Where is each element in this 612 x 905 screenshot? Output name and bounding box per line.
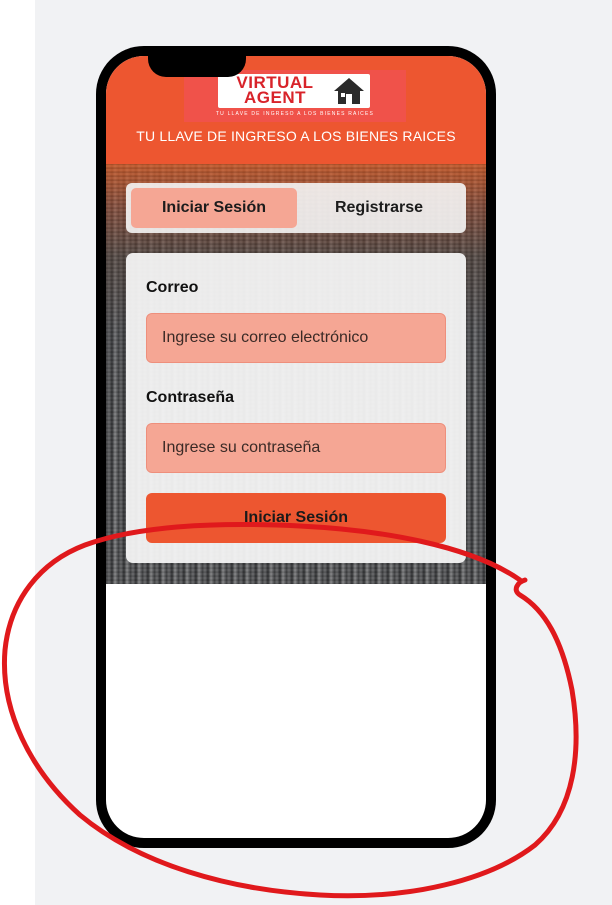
brand-logo: VIRTUAL AGENT TU LLAVE DE INGRESO A LOS … [184,70,406,122]
logo-tagline: TU LLAVE DE INGRESO A LOS BIENES RAICES [215,111,375,117]
logo-badge: VIRTUAL AGENT [218,74,370,108]
phone-notch [148,46,246,77]
password-field[interactable] [146,423,446,473]
phone-screen: VIRTUAL AGENT TU LLAVE DE INGRESO A LOS … [106,56,486,838]
password-label: Contraseña [146,389,235,406]
email-label: Correo [146,279,199,296]
tab-iniciar-sesion[interactable]: Iniciar Sesión [131,188,297,228]
login-form-card: Correo Contraseña Iniciar Sesión [126,253,466,563]
logo-word-agent: AGENT [244,88,306,107]
auth-tabs: Iniciar Sesión Registrarse [126,183,466,233]
header-title: TU LLAVE DE INGRESO A LOS BIENES RAICES [136,128,456,144]
tab-registrarse[interactable]: Registrarse [296,188,462,228]
login-button[interactable]: Iniciar Sesión [146,493,446,543]
house-icon [334,78,364,104]
phone-frame: VIRTUAL AGENT TU LLAVE DE INGRESO A LOS … [96,46,496,848]
email-field[interactable] [146,313,446,363]
